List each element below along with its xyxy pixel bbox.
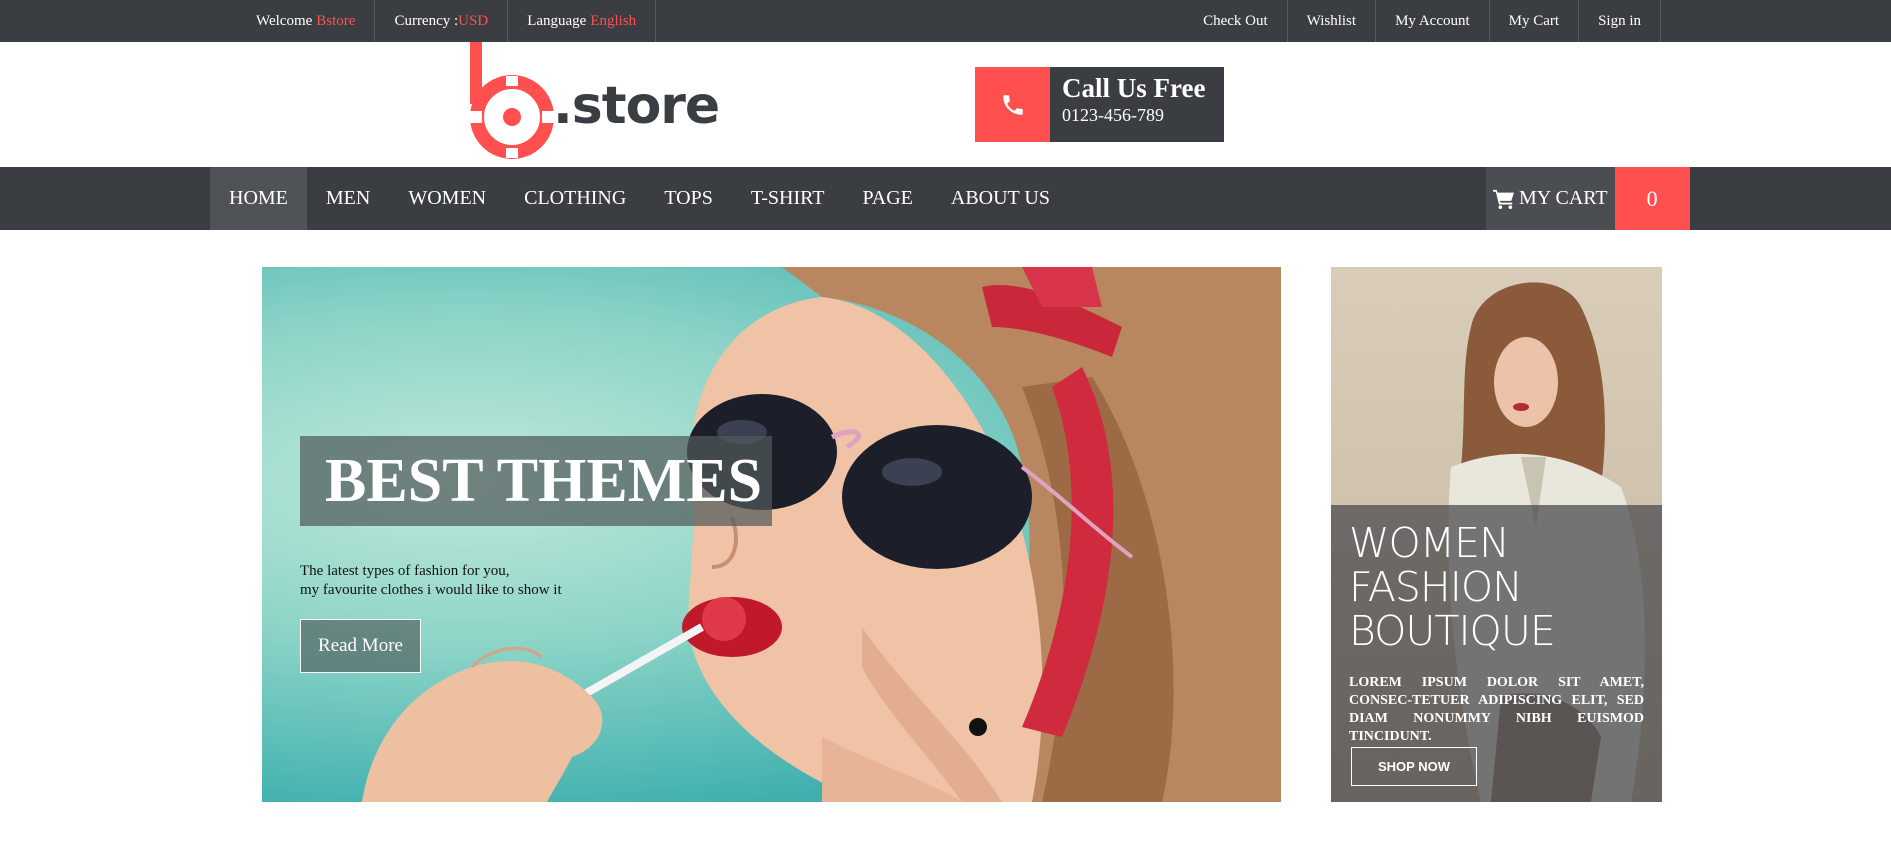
shopping-cart-icon	[1493, 189, 1514, 209]
hero-description-line-2: my favourite clothes i would like to sho…	[300, 582, 562, 598]
cart-button[interactable]: MY CART	[1486, 167, 1615, 230]
top-bar-left: Welcome Bstore Currency : USD Language E…	[237, 0, 657, 42]
language-selector[interactable]: Language English	[508, 0, 657, 42]
phone-number[interactable]: 0123-456-789	[1062, 103, 1224, 127]
logo-text: .store	[553, 76, 720, 136]
my-account-link[interactable]: My Account	[1376, 0, 1490, 42]
nav-item-t-shirt[interactable]: T-SHIRT	[732, 167, 844, 230]
nav-item-tops[interactable]: TOPS	[645, 167, 732, 230]
nav-item-clothing[interactable]: CLOTHING	[505, 167, 645, 230]
hero-title: BEST THEMES	[325, 447, 763, 515]
sign-in-link[interactable]: Sign in	[1579, 0, 1661, 42]
hero-model-image	[362, 267, 1281, 802]
welcome-label: Welcome	[256, 12, 313, 29]
nav-item-home[interactable]: HOME	[210, 167, 307, 230]
phone-icon	[975, 67, 1050, 142]
hero-title-box: BEST THEMES	[300, 436, 772, 526]
my-cart-link[interactable]: My Cart	[1490, 0, 1580, 42]
nav-menu: HOME MEN WOMEN CLOTHING TOPS T-SHIRT PAG…	[210, 167, 1069, 230]
site-logo[interactable]: .store	[470, 42, 720, 162]
call-us-box: Call Us Free 0123-456-789	[975, 67, 1224, 142]
side-title-line-3: BOUTIQUE	[1349, 607, 1556, 655]
hero-description: The latest types of fashion for you, my …	[300, 562, 562, 600]
side-title-line-1: WOMEN	[1349, 519, 1510, 567]
language-label: Language	[527, 12, 587, 29]
cart-label: MY CART	[1519, 187, 1608, 209]
top-bar-right: Check Out Wishlist My Account My Cart Si…	[1184, 0, 1661, 42]
side-banner[interactable]: WOMEN FASHION BOUTIQUE LOREM IPSUM DOLOR…	[1331, 267, 1662, 802]
top-bar: Welcome Bstore Currency : USD Language E…	[0, 0, 1891, 42]
nav-item-about-us[interactable]: ABOUT US	[932, 167, 1069, 230]
language-value[interactable]: English	[590, 13, 636, 30]
currency-label: Currency :	[394, 12, 459, 29]
call-us-text: Call Us Free 0123-456-789	[1050, 67, 1224, 142]
hero-description-line-1: The latest types of fashion for you,	[300, 563, 510, 579]
hero-slider[interactable]: BEST THEMES The latest types of fashion …	[262, 267, 1281, 802]
welcome-text: Welcome Bstore	[237, 0, 376, 42]
cart-widget[interactable]: MY CART 0	[1486, 167, 1690, 230]
call-us-title: Call Us Free	[1062, 73, 1206, 103]
shop-now-button[interactable]: SHOP NOW	[1351, 747, 1477, 786]
wishlist-link[interactable]: Wishlist	[1288, 0, 1377, 42]
welcome-store-name[interactable]: Bstore	[316, 13, 355, 30]
nav-item-men[interactable]: MEN	[307, 167, 389, 230]
side-banner-text: LOREM IPSUM DOLOR SIT AMET, CONSEC-TETUE…	[1349, 675, 1644, 744]
cart-count-badge[interactable]: 0	[1614, 167, 1690, 230]
bstore-logo-icon	[470, 42, 554, 159]
side-banner-title: WOMEN FASHION BOUTIQUE	[1349, 519, 1556, 655]
side-title-line-2: FASHION	[1349, 563, 1523, 611]
currency-value[interactable]: USD	[458, 13, 488, 30]
read-more-button[interactable]: Read More	[300, 619, 421, 673]
check-out-link[interactable]: Check Out	[1184, 0, 1288, 42]
nav-item-page[interactable]: PAGE	[844, 167, 932, 230]
nav-item-women[interactable]: WOMEN	[389, 167, 505, 230]
main-nav: HOME MEN WOMEN CLOTHING TOPS T-SHIRT PAG…	[0, 167, 1891, 230]
currency-selector[interactable]: Currency : USD	[375, 0, 509, 42]
side-banner-overlay: WOMEN FASHION BOUTIQUE LOREM IPSUM DOLOR…	[1331, 505, 1662, 802]
